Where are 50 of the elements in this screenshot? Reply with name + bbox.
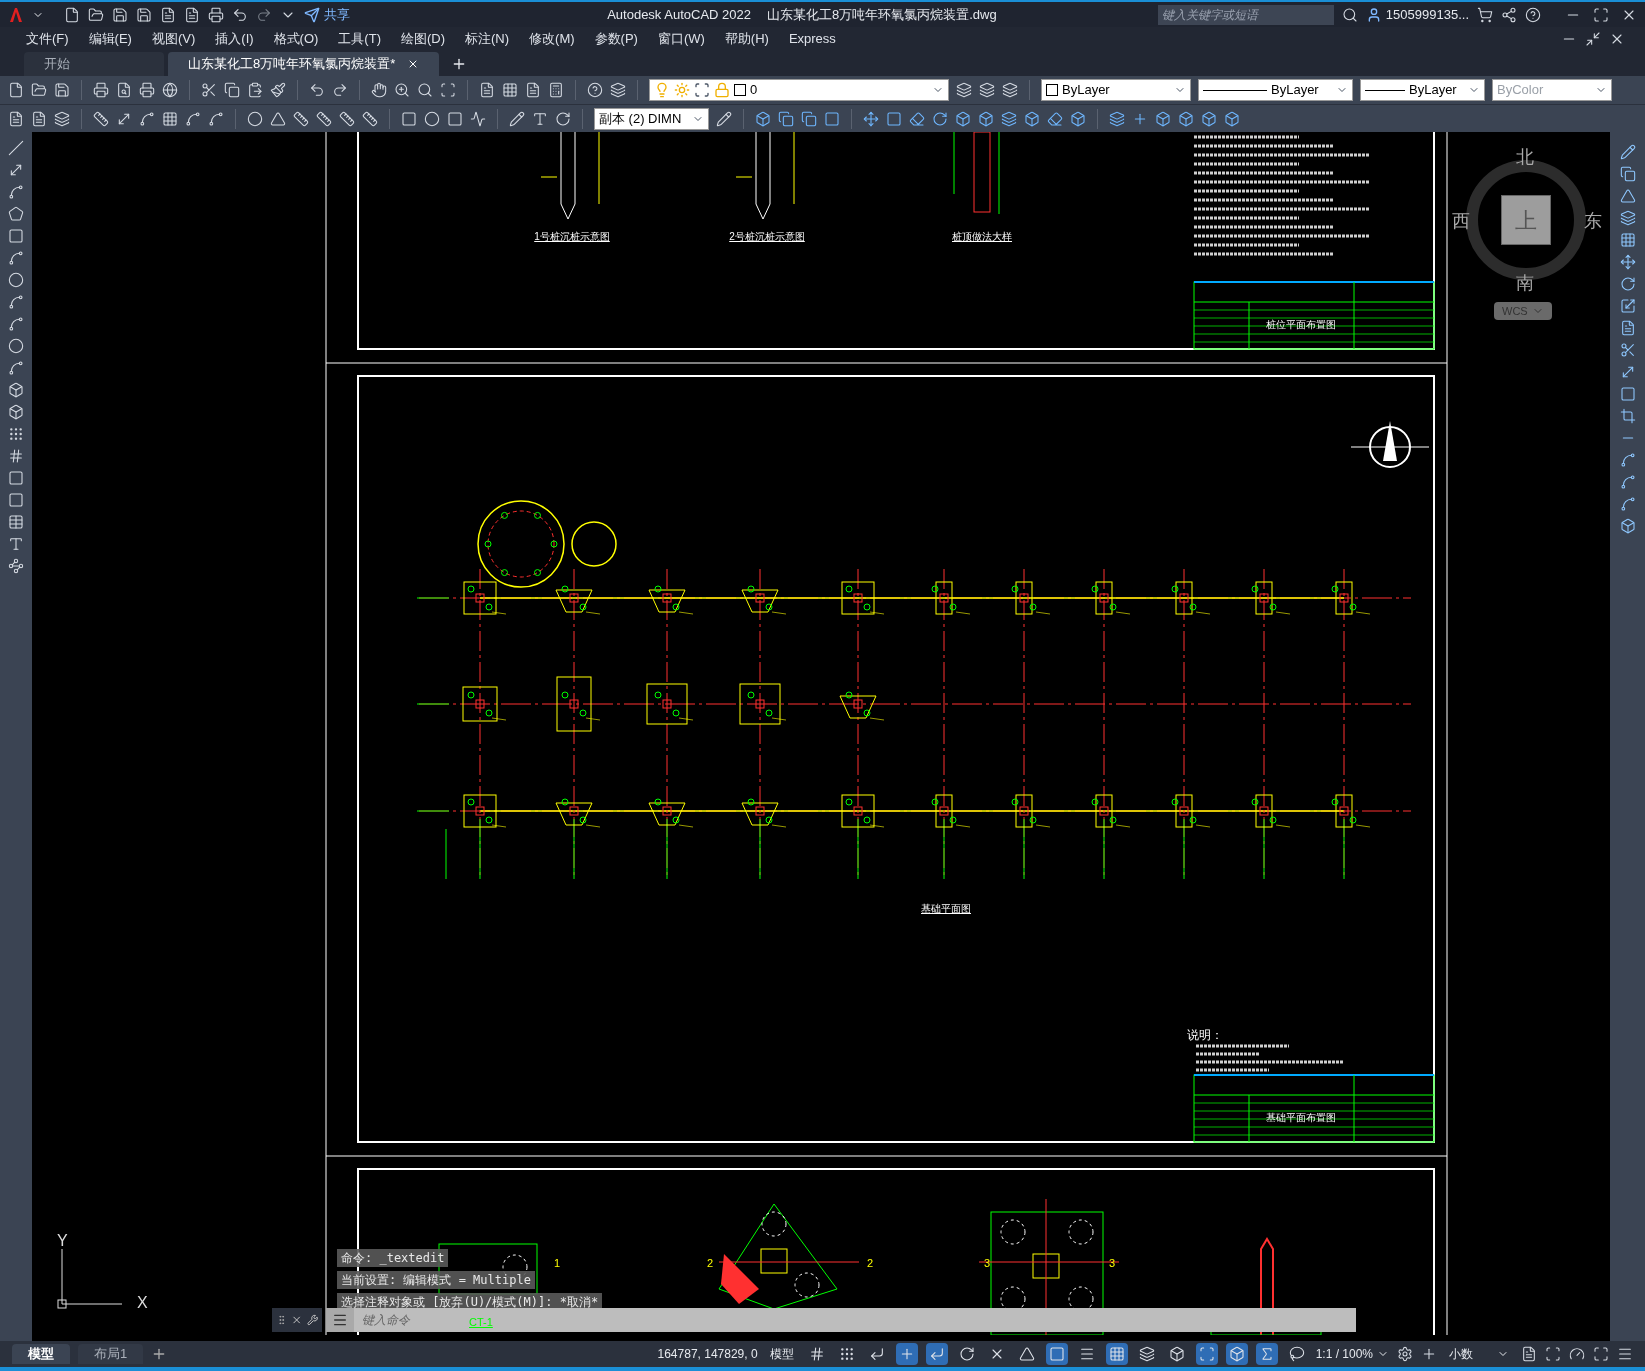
- layer-dropdown[interactable]: 0: [649, 79, 949, 101]
- file-title: 山东某化工8万吨年环氧氯丙烷装置.dwg: [767, 5, 997, 24]
- compass-label: 北: [1516, 146, 1534, 169]
- menu-item[interactable]: 修改(M): [519, 29, 585, 49]
- compass-label: 南: [1516, 272, 1534, 295]
- drawing-caption: 2号桩沉桩示意图: [729, 231, 805, 242]
- layout-tab[interactable]: 模型: [12, 1344, 70, 1364]
- menu-item[interactable]: 绘图(D): [390, 29, 455, 49]
- lineweight-dropdown[interactable]: ByLayer: [1360, 79, 1485, 101]
- menu-item[interactable]: 标注(N): [455, 29, 520, 49]
- menu-item[interactable]: 插入(I): [205, 29, 264, 49]
- document-tab[interactable]: 山东某化工8万吨年环氧氯丙烷装置*: [168, 52, 440, 76]
- section-mark: 1: [554, 1257, 561, 1269]
- app-title: Autodesk AutoCAD 2022: [607, 5, 751, 24]
- section-mark: 3: [1109, 1257, 1116, 1269]
- linetype-dropdown[interactable]: ByLayer: [1198, 79, 1353, 101]
- dimension-style-dropdown[interactable]: 副本 (2) DIMN: [594, 107, 709, 130]
- menu-item[interactable]: 帮助(H): [714, 29, 779, 49]
- menu-item[interactable]: 窗口(W): [647, 29, 715, 49]
- color-dropdown[interactable]: ByLayer: [1041, 79, 1191, 101]
- plan-caption: 基础平面图: [921, 903, 971, 914]
- drawing-label: CT-1: [469, 1315, 493, 1330]
- menu-item[interactable]: 编辑(E): [78, 29, 142, 49]
- drawing-caption: 1号桩沉桩示意图: [534, 231, 610, 242]
- section-mark: 2: [707, 1257, 714, 1269]
- menu-item[interactable]: 参数(P): [584, 29, 648, 49]
- units-dropdown[interactable]: 小数: [1445, 1345, 1513, 1363]
- menu-item[interactable]: 工具(T): [328, 29, 391, 49]
- title-block-title: 基础平面布置图: [1266, 1112, 1336, 1123]
- menu-item[interactable]: 格式(O): [263, 29, 329, 49]
- search-field[interactable]: 键入关键字或短语: [1157, 4, 1334, 25]
- axis-label: Y: [57, 1231, 68, 1251]
- annotation-scale-button[interactable]: 1:1 / 100%: [1315, 1345, 1389, 1363]
- document-tab[interactable]: 开始: [24, 52, 164, 76]
- compass-label: 东: [1584, 210, 1602, 233]
- coordinates-readout: 164787, 147829, 0: [657, 1346, 758, 1363]
- compass-label: 西: [1452, 210, 1470, 233]
- model-space-button[interactable]: 模型: [765, 1345, 798, 1363]
- layout-tab[interactable]: 布局1: [78, 1344, 144, 1364]
- notes-heading: 说明：: [1187, 1028, 1223, 1042]
- share-button[interactable]: 共享: [304, 4, 350, 25]
- menu-item[interactable]: 视图(V): [141, 29, 206, 49]
- section-mark: 2: [867, 1257, 874, 1269]
- menu-item[interactable]: Express: [778, 29, 846, 49]
- section-mark: 3: [984, 1257, 991, 1269]
- menu-item[interactable]: 文件(F): [16, 29, 79, 49]
- axis-label: X: [137, 1293, 148, 1313]
- user-account-button[interactable]: 1505999135...: [1365, 4, 1469, 25]
- title-block-title: 桩位平面布置图: [1266, 319, 1336, 330]
- drawing-caption: 桩顶做法大样: [952, 231, 1012, 242]
